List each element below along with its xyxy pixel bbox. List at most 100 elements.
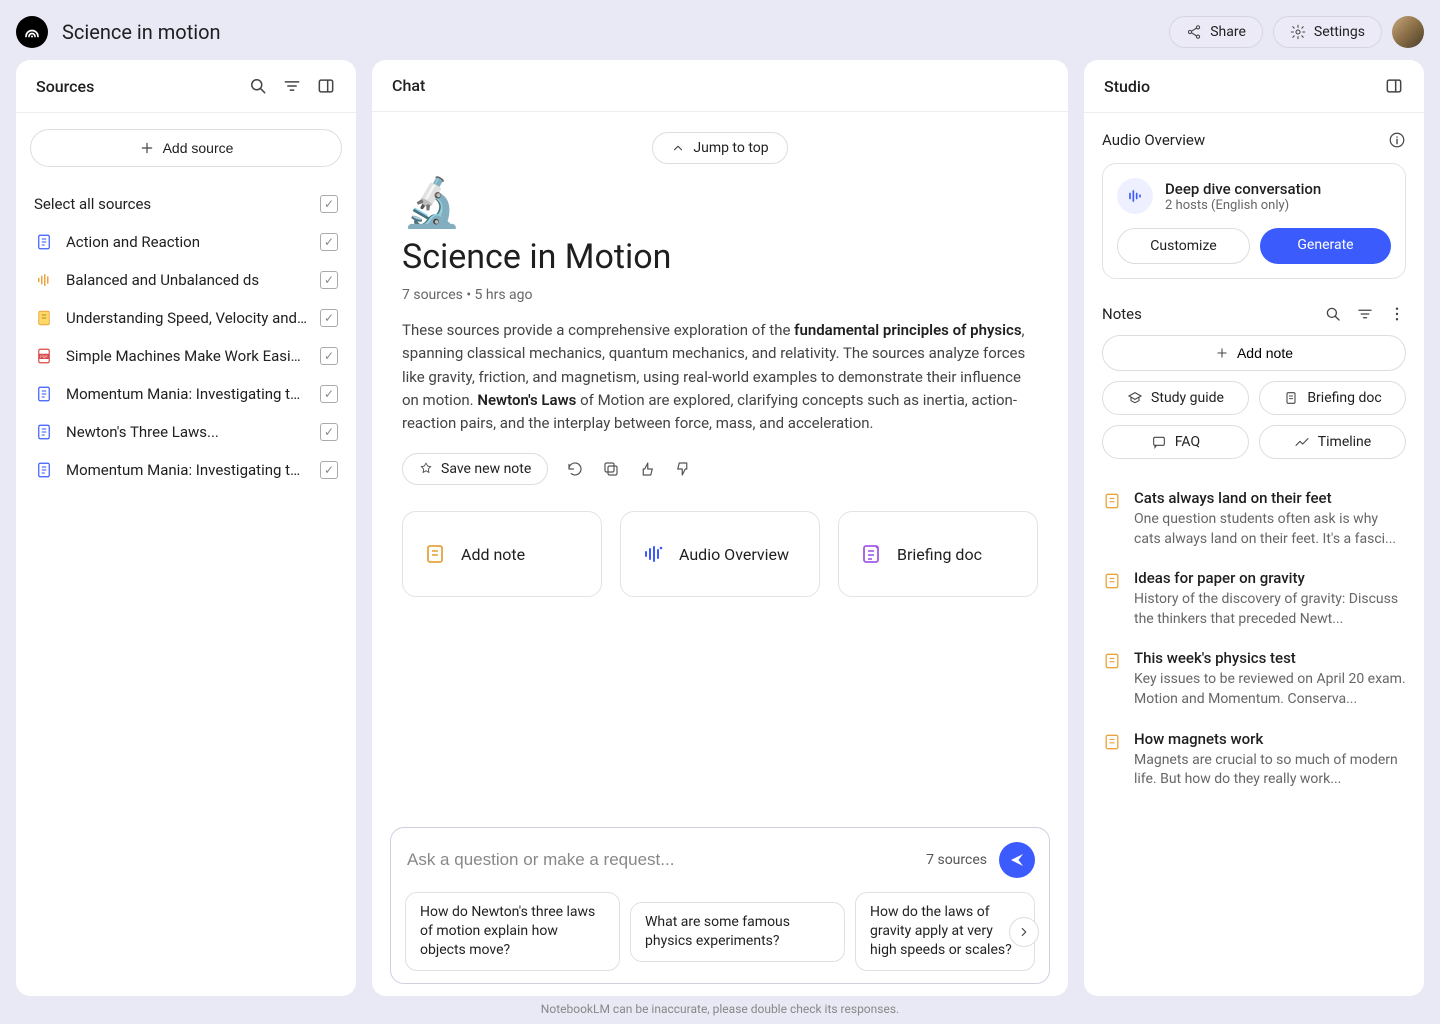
source-label: Action and Reaction (66, 233, 308, 251)
audio-card-sub: 2 hosts (English only) (1165, 198, 1321, 213)
chat-title-header: Chat (392, 76, 425, 95)
note-item[interactable]: Ideas for paper on gravity History of th… (1102, 559, 1406, 639)
prompt-chip[interactable]: What are some famous physics experiments… (630, 902, 845, 962)
chat-input-box: 7 sources How do Newton's three laws of … (390, 827, 1050, 984)
studio-panel: Studio Audio Overview Deep dive conversa… (1084, 60, 1424, 996)
source-checkbox[interactable]: ✓ (320, 461, 338, 479)
search-icon[interactable] (248, 76, 268, 96)
thumbs-up-icon[interactable] (638, 460, 656, 478)
timeline-icon (1294, 434, 1310, 450)
studio-title: Studio (1104, 77, 1150, 96)
share-icon (1186, 24, 1202, 40)
avatar[interactable] (1392, 16, 1424, 48)
briefing-doc-button[interactable]: Briefing doc (1259, 381, 1406, 415)
chat-meta: 7 sources • 5 hrs ago (402, 287, 1038, 303)
info-icon[interactable] (1388, 131, 1406, 149)
copy-icon[interactable] (602, 460, 620, 478)
source-label: Understanding Speed, Velocity and... (66, 309, 308, 327)
panel-collapse-icon[interactable] (1384, 76, 1404, 96)
source-label: Balanced and Unbalanced ds (66, 271, 308, 289)
prompt-chip[interactable]: How do Newton's three laws of motion exp… (405, 892, 620, 971)
note-title: This week's physics test (1134, 649, 1406, 667)
send-icon (1008, 851, 1026, 869)
prompt-chip[interactable]: How do the laws of gravity apply at very… (855, 892, 1035, 971)
source-item[interactable]: Action and Reaction ✓ (30, 223, 342, 261)
chat-main-title: Science in Motion (402, 237, 1038, 277)
next-prompts-button[interactable] (1009, 917, 1039, 947)
card-briefing-doc[interactable]: Briefing doc (838, 511, 1038, 597)
search-icon[interactable] (1324, 305, 1342, 323)
add-source-button[interactable]: Add source (30, 129, 342, 167)
audio-icon (641, 542, 665, 566)
source-checkbox[interactable]: ✓ (320, 423, 338, 441)
more-icon[interactable] (1388, 305, 1406, 323)
notebook-title[interactable]: Science in motion (62, 20, 221, 44)
jump-to-top-button[interactable]: Jump to top (652, 132, 787, 164)
card-audio-overview[interactable]: Audio Overview (620, 511, 820, 597)
notebook-emoji: 🔬 (402, 174, 1038, 231)
doc-icon (1283, 390, 1299, 406)
note-item[interactable]: This week's physics test Key issues to b… (1102, 639, 1406, 719)
svg-text:PDF: PDF (40, 355, 48, 359)
filter-icon[interactable] (282, 76, 302, 96)
plus-icon (1215, 346, 1229, 360)
select-all-row[interactable]: Select all sources ✓ (30, 185, 342, 223)
note-title: Cats always land on their feet (1134, 489, 1406, 507)
source-type-icon (34, 461, 54, 479)
source-checkbox[interactable]: ✓ (320, 385, 338, 403)
note-icon (1102, 491, 1122, 511)
audio-overview-label: Audio Overview (1102, 131, 1205, 149)
customize-button[interactable]: Customize (1117, 228, 1250, 264)
audio-overview-card: Deep dive conversation 2 hosts (English … (1102, 163, 1406, 279)
source-checkbox[interactable]: ✓ (320, 347, 338, 365)
source-checkbox[interactable]: ✓ (320, 233, 338, 251)
note-title: How magnets work (1134, 730, 1406, 748)
faq-button[interactable]: FAQ (1102, 425, 1249, 459)
source-type-icon (34, 385, 54, 403)
source-item[interactable]: Newton's Three Laws... ✓ (30, 413, 342, 451)
source-item[interactable]: Understanding Speed, Velocity and... ✓ (30, 299, 342, 337)
source-type-icon (34, 423, 54, 441)
refresh-icon[interactable] (566, 460, 584, 478)
source-checkbox[interactable]: ✓ (320, 271, 338, 289)
note-icon (1102, 651, 1122, 671)
source-label: Newton's Three Laws... (66, 423, 308, 441)
note-snippet: One question students often ask is why c… (1134, 510, 1406, 549)
audio-card-title: Deep dive conversation (1165, 180, 1321, 198)
source-label: Simple Machines Make Work Easier... (66, 347, 308, 365)
school-icon (1127, 390, 1143, 406)
ask-input[interactable] (405, 844, 914, 876)
notes-label: Notes (1102, 305, 1142, 323)
generate-button[interactable]: Generate (1260, 228, 1391, 264)
sources-panel: Sources Add source Select all sources ✓ (16, 60, 356, 996)
note-item[interactable]: How magnets work Magnets are crucial to … (1102, 720, 1406, 800)
footer-disclaimer: NotebookLM can be inaccurate, please dou… (16, 996, 1424, 1016)
source-item[interactable]: Momentum Mania: Investigating th... ✓ (30, 375, 342, 413)
note-icon (1102, 571, 1122, 591)
sources-title: Sources (36, 77, 94, 96)
briefing-icon (859, 542, 883, 566)
source-item[interactable]: PDF Simple Machines Make Work Easier... … (30, 337, 342, 375)
share-button[interactable]: Share (1169, 16, 1263, 48)
select-all-checkbox[interactable]: ✓ (320, 195, 338, 213)
thumbs-down-icon[interactable] (674, 460, 692, 478)
send-button[interactable] (999, 842, 1035, 878)
timeline-button[interactable]: Timeline (1259, 425, 1406, 459)
add-note-button[interactable]: Add note (1102, 335, 1406, 371)
filter-icon[interactable] (1356, 305, 1374, 323)
note-item[interactable]: Cats always land on their feet One quest… (1102, 479, 1406, 559)
chevron-right-icon (1017, 925, 1031, 939)
app-logo[interactable] (16, 16, 48, 48)
card-add-note[interactable]: Add note (402, 511, 602, 597)
faq-icon (1151, 434, 1167, 450)
source-checkbox[interactable]: ✓ (320, 309, 338, 327)
audio-wave-icon (1117, 178, 1153, 214)
source-item[interactable]: Balanced and Unbalanced ds ✓ (30, 261, 342, 299)
save-note-button[interactable]: Save new note (402, 453, 548, 485)
note-snippet: Key issues to be reviewed on April 20 ex… (1134, 670, 1406, 709)
source-item[interactable]: Momentum Mania: Investigating th... ✓ (30, 451, 342, 489)
study-guide-button[interactable]: Study guide (1102, 381, 1249, 415)
pin-icon (419, 462, 433, 476)
panel-collapse-icon[interactable] (316, 76, 336, 96)
settings-button[interactable]: Settings (1273, 16, 1382, 48)
